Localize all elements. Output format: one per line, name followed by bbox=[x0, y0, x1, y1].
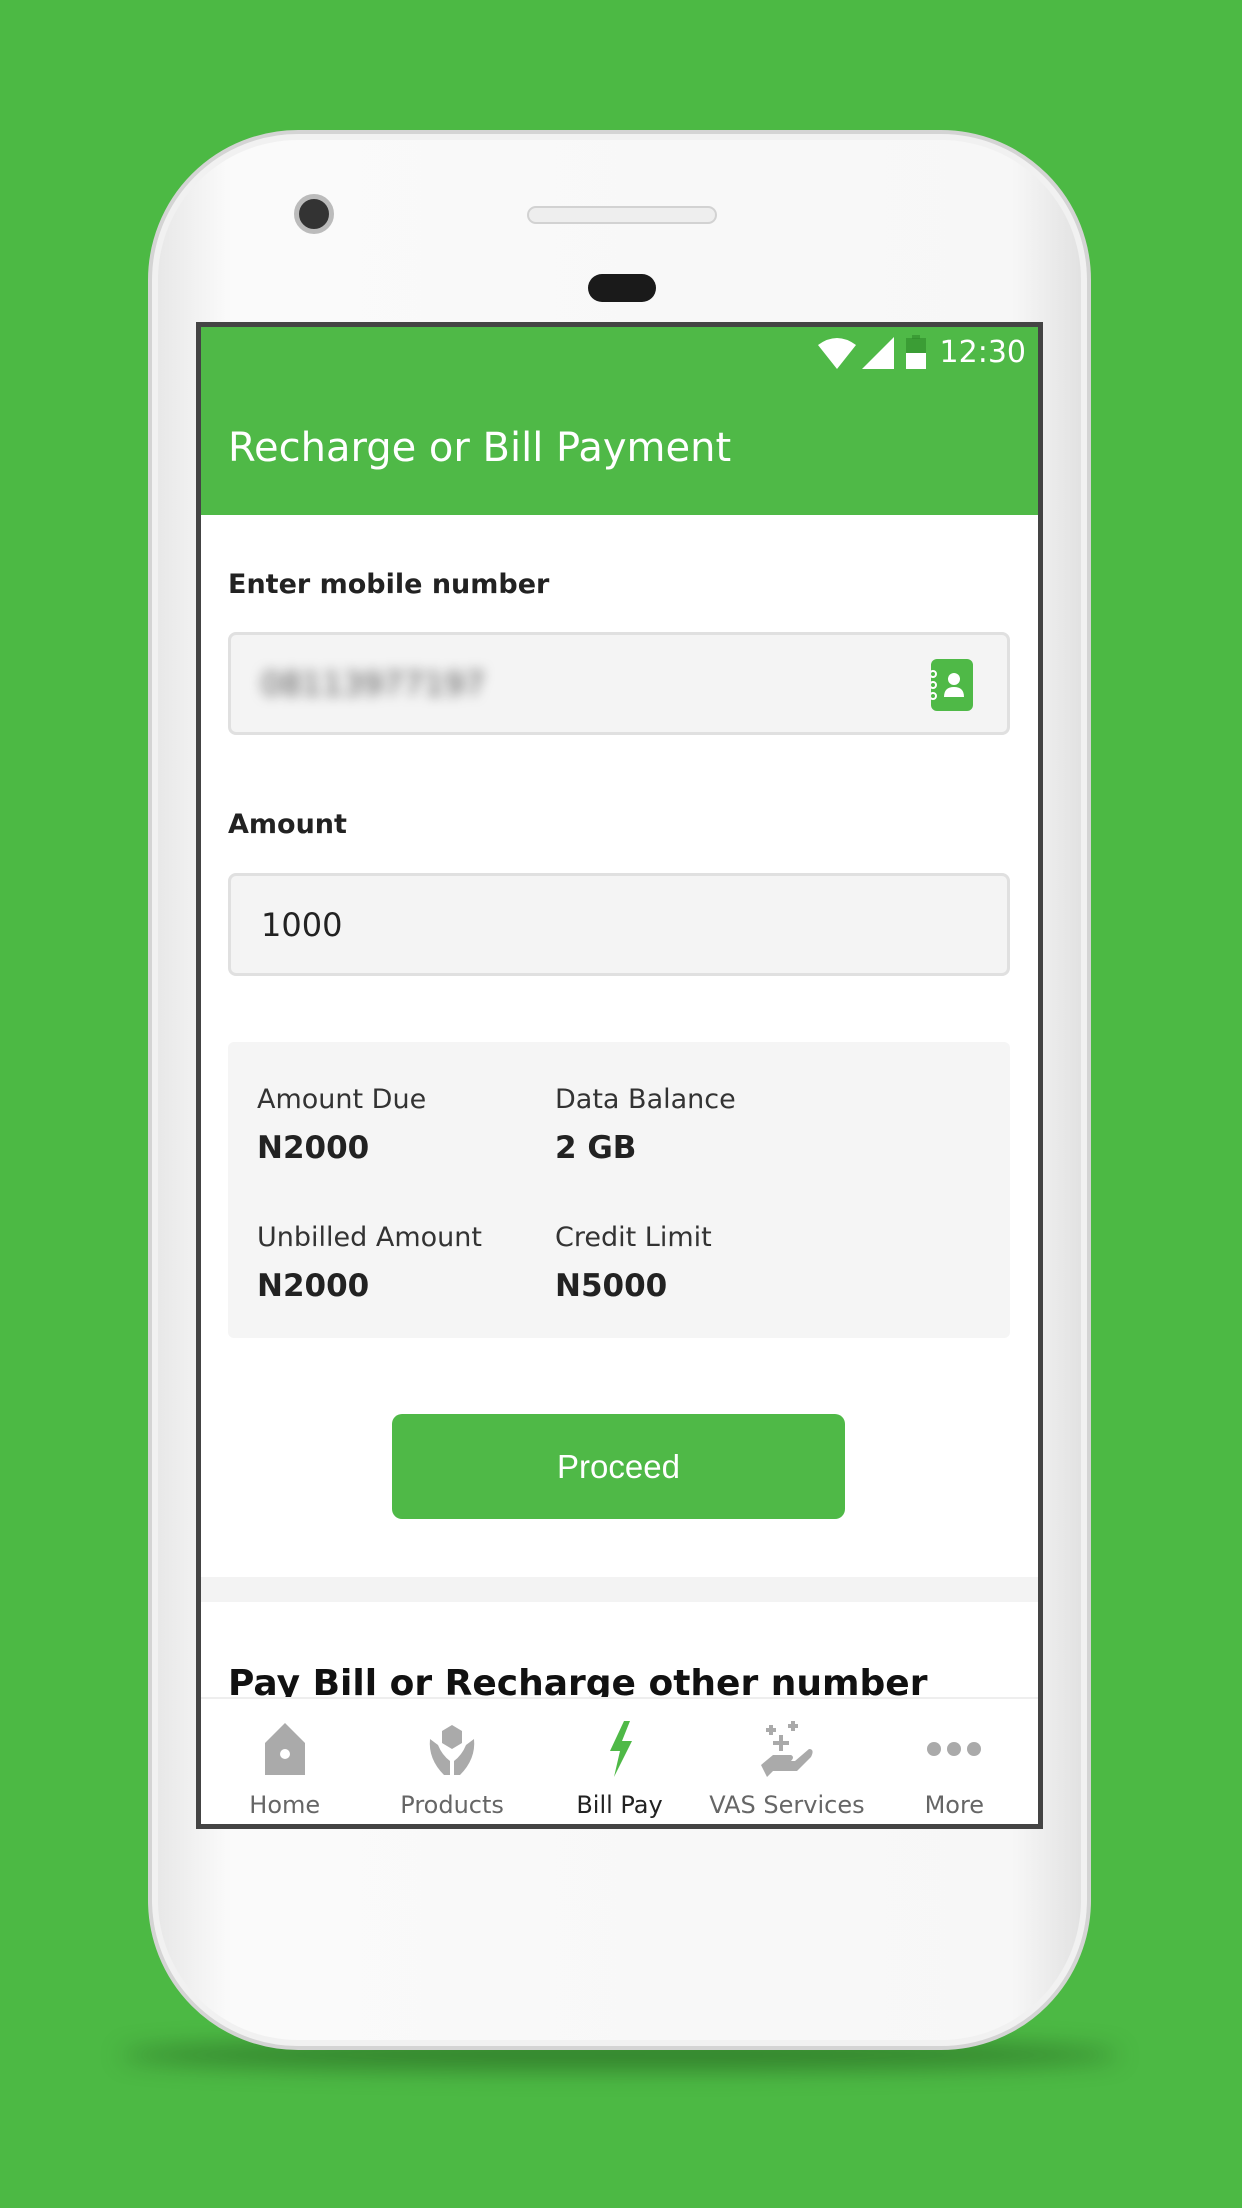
page-title: Recharge or Bill Payment bbox=[228, 425, 732, 471]
nav-label: More bbox=[924, 1791, 985, 1819]
status-bar: 12:30 bbox=[201, 327, 1038, 382]
amount-label: Amount bbox=[228, 809, 347, 840]
nav-label: Bill Pay bbox=[576, 1791, 663, 1819]
sensor bbox=[588, 274, 656, 302]
nav-item-home[interactable]: Home bbox=[201, 1699, 368, 1824]
signal-icon bbox=[862, 337, 894, 369]
mobile-number-input[interactable]: 08113977197 bbox=[228, 632, 1010, 735]
nav-item-products[interactable]: Products bbox=[368, 1699, 535, 1824]
nav-item-bill-pay[interactable]: Bill Pay bbox=[536, 1699, 703, 1824]
data-balance-label: Data Balance bbox=[555, 1084, 736, 1115]
credit-limit-label: Credit Limit bbox=[555, 1222, 712, 1253]
home-icon bbox=[264, 1723, 305, 1775]
status-time: 12:30 bbox=[939, 335, 1026, 370]
bottom-nav: Home Products Bill Pay VAS Services More bbox=[201, 1697, 1038, 1824]
proceed-button[interactable]: Proceed bbox=[392, 1414, 845, 1519]
nav-label: Home bbox=[249, 1791, 321, 1819]
amount-value: 1000 bbox=[261, 906, 343, 944]
mobile-number-value: 08113977197 bbox=[261, 665, 485, 703]
section-divider bbox=[201, 1577, 1038, 1602]
app-header: Recharge or Bill Payment bbox=[201, 377, 1038, 515]
vas-hand-icon bbox=[760, 1721, 813, 1777]
nav-item-vas-services[interactable]: VAS Services bbox=[703, 1699, 870, 1824]
speaker bbox=[527, 206, 717, 224]
products-icon bbox=[429, 1725, 475, 1775]
battery-icon bbox=[906, 335, 926, 369]
camera bbox=[294, 194, 334, 234]
nav-label: Products bbox=[400, 1791, 504, 1819]
lightning-icon bbox=[609, 1721, 632, 1777]
nav-label: VAS Services bbox=[709, 1791, 865, 1819]
wifi-icon bbox=[818, 338, 856, 369]
contact-book-icon[interactable] bbox=[929, 659, 973, 711]
more-dots-icon bbox=[927, 1742, 982, 1756]
amount-input[interactable]: 1000 bbox=[228, 873, 1010, 976]
credit-limit-value: N5000 bbox=[555, 1268, 668, 1304]
amount-due-value: N2000 bbox=[257, 1130, 370, 1166]
nav-item-more[interactable]: More bbox=[871, 1699, 1038, 1824]
data-balance-value: 2 GB bbox=[555, 1130, 637, 1166]
amount-due-label: Amount Due bbox=[257, 1084, 427, 1115]
app-screen: 12:30 Recharge or Bill Payment Enter mob… bbox=[196, 322, 1043, 1829]
unbilled-label: Unbilled Amount bbox=[257, 1222, 482, 1253]
mobile-label: Enter mobile number bbox=[228, 569, 550, 600]
unbilled-value: N2000 bbox=[257, 1268, 370, 1304]
account-info-panel: Amount Due N2000 Data Balance 2 GB Unbil… bbox=[228, 1042, 1010, 1338]
